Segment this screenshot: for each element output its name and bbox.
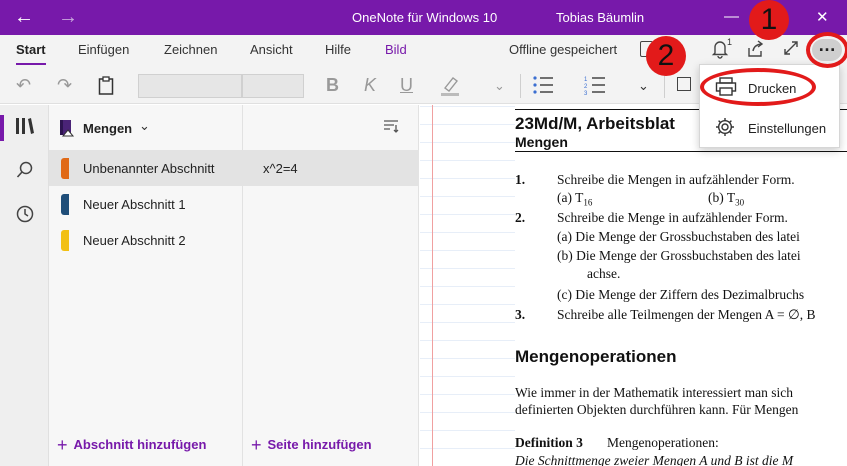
annotation-ring-more-options — [806, 32, 847, 68]
page-item[interactable]: x^2=4 — [243, 150, 419, 186]
notification-count: 1 — [727, 37, 733, 47]
title-bar: ← → OneNote für Windows 10 Tobias Bäumli… — [0, 0, 847, 35]
sections-pane: Mengen ⌄ Unbenannter Abschnitt Neuer Abs… — [49, 105, 243, 466]
clipboard-icon[interactable] — [98, 76, 114, 101]
notebook-switcher[interactable]: Mengen ⌄ — [49, 105, 243, 150]
section-label: Neuer Abschnitt 1 — [83, 197, 186, 212]
font-family-select[interactable] — [138, 74, 242, 98]
add-page-label: Seite hinzufügen — [267, 437, 372, 452]
list-number: 3. — [515, 307, 526, 322]
gear-icon — [715, 117, 737, 137]
exercise-item: (c) Die Menge der Ziffern des Dezimalbru… — [557, 287, 805, 302]
section-item-neuer-abschnitt-1[interactable]: Neuer Abschnitt 1 — [49, 186, 243, 222]
definition-text: Mengenoperationen: — [607, 435, 719, 450]
search-icon[interactable] — [0, 161, 49, 184]
tab-einfuegen[interactable]: Einfügen — [78, 42, 129, 57]
highlighter-icon[interactable] — [440, 75, 460, 102]
sort-pages-icon[interactable] — [383, 119, 399, 137]
subscript: 30 — [735, 197, 745, 208]
svg-text:3: 3 — [584, 91, 588, 95]
section-color-tab — [61, 230, 69, 251]
embedded-document: 23Md/M, Arbeitsblat Mengen 1. Schreibe d… — [515, 105, 847, 466]
document-title: 23Md/M, Arbeitsblat — [515, 114, 675, 133]
tab-bild[interactable]: Bild — [385, 42, 407, 57]
section-item-neuer-abschnitt-2[interactable]: Neuer Abschnitt 2 — [49, 222, 243, 258]
bold-icon[interactable]: B — [326, 75, 339, 96]
back-arrow-icon[interactable]: ← — [14, 6, 34, 28]
share-icon[interactable] — [747, 40, 765, 63]
undo-icon[interactable]: ↶ — [16, 75, 31, 96]
section-color-tab — [61, 158, 69, 179]
tab-zeichnen[interactable]: Zeichnen — [164, 42, 217, 57]
list-number: 1. — [515, 172, 526, 187]
document-subtitle: Mengen — [515, 134, 568, 150]
divider — [664, 74, 665, 98]
item-b: (b) T — [708, 190, 736, 205]
divider — [520, 74, 521, 98]
menu-item-settings[interactable]: Einstellungen — [700, 107, 841, 147]
definition-line: Die Schnittmenge zweier Mengen A und B i… — [515, 453, 794, 466]
notebook-icon — [59, 119, 75, 142]
page-label: x^2=4 — [263, 161, 298, 176]
annotation-ring-drucken — [700, 68, 816, 106]
todo-checkbox-icon[interactable] — [677, 77, 691, 91]
plus-icon: + — [251, 435, 262, 455]
svg-text:1: 1 — [584, 77, 588, 83]
section-label: Neuer Abschnitt 2 — [83, 233, 186, 248]
tab-ansicht[interactable]: Ansicht — [250, 42, 293, 57]
underline-icon[interactable]: U — [400, 75, 413, 96]
exercise-text: Schreibe alle Teilmengen der Mengen A = … — [557, 307, 816, 322]
numbered-list-icon[interactable]: 123 — [584, 75, 606, 100]
subscript: 16 — [583, 197, 593, 208]
notebook-name: Mengen — [83, 121, 133, 136]
add-section-label: Abschnitt hinzufügen — [73, 437, 207, 452]
annotation-badge-1: 1 — [749, 0, 789, 40]
add-page-button[interactable]: + Seite hinzufügen — [251, 433, 372, 455]
redo-icon[interactable]: ↷ — [57, 75, 72, 96]
svg-text:2: 2 — [584, 84, 588, 90]
plus-icon: + — [57, 435, 68, 455]
close-icon[interactable]: ✕ — [816, 8, 829, 26]
exercise-item: (a) T16 — [557, 190, 592, 208]
chevron-down-icon: ⌄ — [139, 118, 150, 133]
add-section-button[interactable]: + Abschnitt hinzufügen — [57, 433, 207, 455]
section-label: Unbenannter Abschnitt — [83, 161, 215, 176]
margin-line — [432, 105, 433, 466]
menu-item-label: Einstellungen — [748, 121, 827, 136]
fullscreen-icon[interactable] — [783, 40, 799, 61]
italic-icon[interactable]: K — [364, 75, 376, 96]
divider — [515, 151, 847, 152]
annotation-badge-2: 2 — [646, 36, 686, 76]
section-item-unbenannter-abschnitt[interactable]: Unbenannter Abschnitt — [49, 150, 243, 186]
exercise-item: (b) T30 — [708, 190, 744, 208]
list-number: 2. — [515, 210, 526, 225]
font-size-select[interactable] — [242, 74, 304, 98]
minimize-icon[interactable]: — — [724, 8, 739, 25]
app-title: OneNote für Windows 10 — [352, 10, 498, 25]
exercise-text: Schreibe die Mengen in aufzählender Form… — [557, 172, 795, 187]
paragraph-line: Wie immer in der Mathematik interessiert… — [515, 385, 793, 400]
pages-pane: x^2=4 + Seite hinzufügen — [243, 105, 419, 466]
exercise-item: achse. — [587, 266, 621, 281]
paragraph-line: definierten Objekten durchführen kann. F… — [515, 402, 799, 417]
user-name[interactable]: Tobias Bäumlin — [556, 10, 644, 25]
exercise-text: Schreibe die Menge in aufzählender Form. — [557, 210, 788, 225]
exercise-item: (b) Die Menge der Grossbuchstaben des la… — [557, 248, 801, 263]
navigation-rail — [0, 105, 49, 466]
tab-start[interactable]: Start — [16, 42, 46, 65]
item-a: (a) T — [557, 190, 584, 205]
chevron-down-icon[interactable]: ⌄ — [494, 78, 505, 94]
tab-hilfe[interactable]: Hilfe — [325, 42, 351, 57]
forward-arrow-icon[interactable]: → — [58, 6, 78, 28]
bullet-list-icon[interactable] — [532, 75, 554, 100]
definition-label: Definition 3 — [515, 435, 583, 450]
list-chevron-down-icon[interactable]: ⌄ — [638, 78, 649, 94]
offline-status: Offline gespeichert — [509, 42, 618, 57]
notebooks-icon[interactable] — [0, 117, 49, 140]
recent-clock-icon[interactable] — [0, 205, 49, 228]
exercise-item: (a) Die Menge der Grossbuchstaben des la… — [557, 229, 800, 244]
section-heading: Mengenoperationen — [515, 347, 677, 366]
section-color-tab — [61, 194, 69, 215]
